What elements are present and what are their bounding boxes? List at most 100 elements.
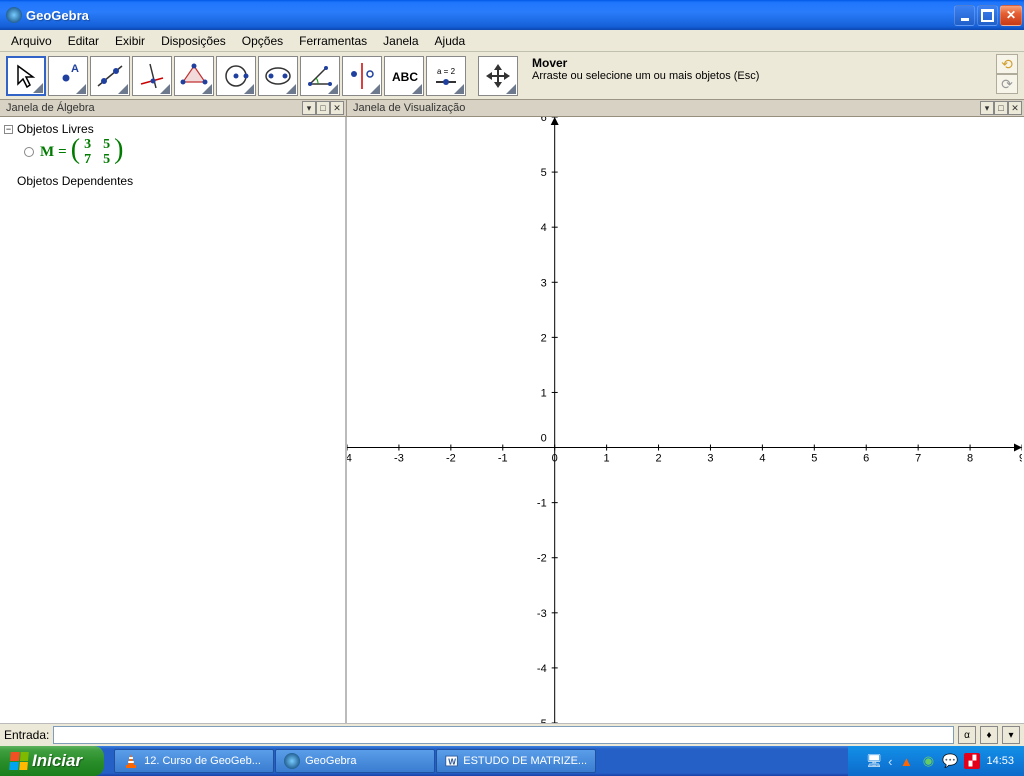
system-tray: 🖥 ‹ ▲ ◉ 💬 ▞ 14:53 bbox=[848, 746, 1024, 776]
svg-text:7: 7 bbox=[915, 453, 921, 465]
svg-text:4: 4 bbox=[759, 453, 765, 465]
svg-text:-5: -5 bbox=[537, 718, 547, 723]
tray-clock[interactable]: 14:53 bbox=[986, 755, 1014, 767]
app-icon bbox=[6, 7, 22, 23]
tool-angle[interactable] bbox=[300, 56, 340, 96]
tool-ellipse[interactable] bbox=[258, 56, 298, 96]
svg-text:6: 6 bbox=[541, 117, 547, 124]
menu-arquivo[interactable]: Arquivo bbox=[4, 32, 59, 50]
tool-point[interactable]: A bbox=[48, 56, 88, 96]
taskbar-item-geogebra[interactable]: GeoGebra bbox=[275, 749, 435, 773]
taskbar-item-label: GeoGebra bbox=[305, 755, 356, 767]
matrix-name: M bbox=[40, 144, 54, 161]
svg-text:9: 9 bbox=[1019, 453, 1022, 465]
visibility-toggle-icon[interactable] bbox=[24, 147, 34, 157]
algebra-panel-header: Janela de Álgebra ▾ □ ✕ bbox=[0, 100, 347, 117]
graphics-panel-window-icon[interactable]: □ bbox=[994, 101, 1008, 115]
tool-move[interactable] bbox=[6, 56, 46, 96]
svg-text:4: 4 bbox=[541, 222, 547, 234]
menu-ferramentas[interactable]: Ferramentas bbox=[292, 32, 374, 50]
graphics-panel-options-icon[interactable]: ▾ bbox=[980, 101, 994, 115]
windows-taskbar: Iniciar 12. Curso de GeoGeb... GeoGebra … bbox=[0, 746, 1024, 776]
input-alpha-toggle[interactable]: α bbox=[958, 726, 976, 744]
algebra-panel-window-icon[interactable]: □ bbox=[316, 101, 330, 115]
graphics-view[interactable]: -4-3-2-10123456789-5-4-3-2-11234560 bbox=[347, 117, 1024, 723]
tray-avira-icon[interactable]: ▞ bbox=[964, 753, 980, 769]
graphics-panel-close-icon[interactable]: ✕ bbox=[1008, 101, 1022, 115]
svg-text:-4: -4 bbox=[537, 663, 547, 675]
svg-text:ABC: ABC bbox=[392, 70, 418, 84]
start-button[interactable]: Iniciar bbox=[0, 746, 104, 776]
maximize-button[interactable] bbox=[977, 5, 998, 26]
menu-editar[interactable]: Editar bbox=[61, 32, 106, 50]
tool-move-view[interactable] bbox=[478, 56, 518, 96]
taskbar-item-vlc[interactable]: 12. Curso de GeoGeb... bbox=[114, 749, 274, 773]
algebra-view[interactable]: − Objetos Livres M = ( 3 5 7 5 ) Objetos… bbox=[0, 117, 347, 723]
matrix-cell: 5 bbox=[103, 137, 110, 152]
start-label: Iniciar bbox=[32, 751, 82, 771]
svg-text:1: 1 bbox=[604, 453, 610, 465]
matrix-values: 3 5 7 5 bbox=[84, 137, 110, 167]
menu-opcoes[interactable]: Opções bbox=[235, 32, 290, 50]
tree-collapse-icon[interactable]: − bbox=[4, 125, 13, 134]
tree-free-objects[interactable]: − Objetos Livres bbox=[2, 121, 343, 137]
tool-desc-text: Arraste ou selecione um ou mais objetos … bbox=[532, 70, 994, 82]
object-matrix-m[interactable]: M = ( 3 5 7 5 ) bbox=[24, 137, 343, 167]
graphics-panel-title: Janela de Visualização bbox=[353, 102, 465, 114]
svg-text:0: 0 bbox=[541, 433, 547, 445]
tool-circle[interactable] bbox=[216, 56, 256, 96]
taskbar-item-word[interactable]: W ESTUDO DE MATRIZE... bbox=[436, 749, 596, 773]
menu-janela[interactable]: Janela bbox=[376, 32, 425, 50]
minimize-button[interactable] bbox=[954, 5, 975, 26]
algebra-panel-close-icon[interactable]: ✕ bbox=[330, 101, 344, 115]
tool-text[interactable]: ABC bbox=[384, 56, 424, 96]
free-objects-label: Objetos Livres bbox=[17, 122, 94, 136]
svg-text:8: 8 bbox=[967, 453, 973, 465]
window-title: GeoGebra bbox=[26, 8, 954, 23]
tree-dependent-objects[interactable]: Objetos Dependentes bbox=[2, 173, 343, 189]
svg-text:2: 2 bbox=[655, 453, 661, 465]
word-icon: W bbox=[445, 753, 458, 769]
tool-perpendicular[interactable] bbox=[132, 56, 172, 96]
svg-text:6: 6 bbox=[863, 453, 869, 465]
menu-exibir[interactable]: Exibir bbox=[108, 32, 152, 50]
close-button[interactable] bbox=[1000, 5, 1022, 26]
tool-title-text: Mover bbox=[532, 56, 994, 70]
menu-bar: Arquivo Editar Exibir Disposições Opções… bbox=[0, 30, 1024, 52]
tray-desktop-icon[interactable]: 🖥 bbox=[866, 753, 882, 769]
tray-bobble-icon[interactable]: ◉ bbox=[920, 753, 936, 769]
svg-text:-3: -3 bbox=[537, 608, 547, 620]
input-help-dropdown[interactable]: ♦ bbox=[980, 726, 998, 744]
tool-slider[interactable]: a = 2 bbox=[426, 56, 466, 96]
matrix-paren-left: ( bbox=[71, 140, 80, 160]
command-input[interactable] bbox=[53, 726, 954, 744]
algebra-panel-options-icon[interactable]: ▾ bbox=[302, 101, 316, 115]
redo-button[interactable]: ⟳ bbox=[996, 74, 1018, 94]
windows-logo-icon bbox=[9, 752, 29, 770]
taskbar-item-label: ESTUDO DE MATRIZE... bbox=[463, 755, 587, 767]
input-command-list[interactable]: ▾ bbox=[1002, 726, 1020, 744]
svg-text:W: W bbox=[448, 757, 456, 766]
tool-reflect[interactable] bbox=[342, 56, 382, 96]
matrix-equals: = bbox=[58, 144, 67, 161]
svg-text:5: 5 bbox=[541, 167, 547, 179]
tray-vlc-icon[interactable]: ▲ bbox=[898, 753, 914, 769]
tray-chat-icon[interactable]: 💬 bbox=[942, 753, 958, 769]
tray-expand-icon[interactable]: ‹ bbox=[888, 754, 892, 769]
geogebra-icon bbox=[284, 753, 300, 769]
menu-ajuda[interactable]: Ajuda bbox=[428, 32, 473, 50]
svg-text:a = 2: a = 2 bbox=[437, 67, 456, 76]
svg-text:-3: -3 bbox=[394, 453, 404, 465]
algebra-panel-title: Janela de Álgebra bbox=[6, 102, 95, 114]
svg-text:-1: -1 bbox=[537, 498, 547, 510]
graphics-panel-header: Janela de Visualização ▾ □ ✕ bbox=[347, 100, 1024, 117]
menu-disposicoes[interactable]: Disposições bbox=[154, 32, 233, 50]
undo-button[interactable]: ⟲ bbox=[996, 54, 1018, 74]
window-titlebar: GeoGebra bbox=[0, 0, 1024, 30]
tool-line[interactable] bbox=[90, 56, 130, 96]
svg-text:-2: -2 bbox=[537, 553, 547, 565]
svg-text:5: 5 bbox=[811, 453, 817, 465]
matrix-cell: 7 bbox=[84, 152, 91, 167]
tool-description: Mover Arraste ou selecione um ou mais ob… bbox=[532, 56, 994, 82]
tool-polygon[interactable] bbox=[174, 56, 214, 96]
